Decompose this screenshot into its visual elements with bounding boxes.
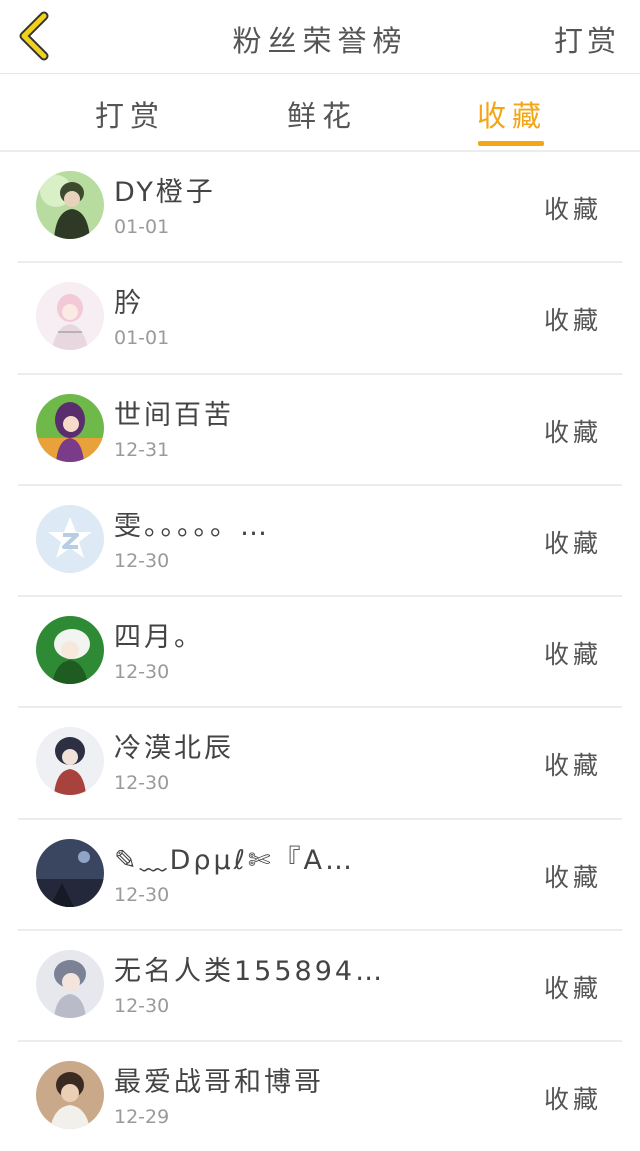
fan-name: ✎﹏Dρμℓ✄『A… bbox=[114, 844, 355, 876]
fan-date: 12-30 bbox=[114, 995, 170, 1018]
fan-date: 01-01 bbox=[114, 216, 170, 238]
fan-name: 肣 bbox=[114, 288, 144, 320]
avatar[interactable] bbox=[36, 616, 104, 685]
fan-date: 12-30 bbox=[114, 772, 170, 795]
fan-action-label: 收藏 bbox=[543, 974, 602, 1004]
list-item[interactable]: 世间百苦 12-31 收藏 bbox=[0, 375, 640, 486]
fan-action-label: 收藏 bbox=[543, 417, 602, 447]
tab-tip[interactable]: 打赏 bbox=[70, 93, 190, 135]
fan-name: 雯。。。。。… bbox=[114, 510, 270, 542]
list-item[interactable]: 雯。。。。。… 12-30 收藏 bbox=[0, 486, 640, 598]
avatar[interactable] bbox=[36, 950, 104, 1019]
list-item[interactable]: 四月。 12-30 收藏 bbox=[0, 597, 640, 709]
tab-flowers[interactable]: 鲜花 bbox=[262, 93, 382, 135]
fan-date: 12-29 bbox=[114, 1106, 170, 1129]
fan-action-label: 收藏 bbox=[543, 751, 602, 781]
list-item[interactable]: 最爱战哥和博哥 12-29 收藏 bbox=[0, 1042, 640, 1151]
fan-date: 12-30 bbox=[114, 883, 170, 906]
avatar[interactable] bbox=[36, 171, 104, 239]
fan-name: 世间百苦 bbox=[114, 399, 234, 431]
avatar[interactable] bbox=[36, 282, 104, 351]
fan-name: DY橙子 bbox=[114, 177, 216, 208]
fan-action-label: 收藏 bbox=[543, 862, 602, 892]
top-bar: 粉丝荣誉榜 打赏 bbox=[0, 0, 640, 74]
fan-date: 01-01 bbox=[114, 327, 170, 350]
fan-list: DY橙子 01-01 收藏 肣 01-01 收藏 世间百苦 12-31 收藏 雯… bbox=[0, 152, 640, 1151]
fan-date: 12-31 bbox=[114, 438, 170, 461]
active-tab-indicator bbox=[478, 141, 544, 146]
avatar[interactable] bbox=[36, 727, 104, 796]
avatar[interactable] bbox=[36, 1061, 104, 1130]
fan-name: 最爱战哥和博哥 bbox=[114, 1067, 324, 1099]
list-item[interactable]: DY橙子 01-01 收藏 bbox=[0, 152, 640, 264]
avatar[interactable] bbox=[36, 838, 104, 907]
list-item[interactable]: 冷漠北辰 12-30 收藏 bbox=[0, 708, 640, 820]
avatar[interactable] bbox=[36, 504, 104, 573]
tab-bar: 打赏 鲜花 收藏 bbox=[0, 75, 640, 152]
fan-action-label: 收藏 bbox=[543, 195, 602, 224]
tip-button[interactable]: 打赏 bbox=[554, 18, 620, 60]
list-item[interactable]: ✎﹏Dρμℓ✄『A… 12-30 收藏 bbox=[0, 820, 640, 932]
fan-name: 四月。 bbox=[114, 622, 204, 654]
list-item[interactable]: 肣 01-01 收藏 bbox=[0, 263, 640, 375]
list-item[interactable]: 无名人类155894… 12-30 收藏 bbox=[0, 931, 640, 1043]
fan-date: 12-30 bbox=[114, 661, 170, 684]
fan-date: 12-30 bbox=[114, 549, 170, 572]
fan-action-label: 收藏 bbox=[543, 528, 602, 558]
avatar[interactable] bbox=[36, 393, 104, 462]
fan-name: 无名人类155894… bbox=[114, 956, 386, 988]
fan-name: 冷漠北辰 bbox=[114, 733, 234, 765]
tab-favorites[interactable]: 收藏 bbox=[452, 93, 572, 135]
fan-action-label: 收藏 bbox=[543, 306, 602, 336]
page-title: 粉丝荣誉榜 bbox=[232, 24, 408, 58]
fan-action-label: 收藏 bbox=[543, 1085, 602, 1115]
fan-action-label: 收藏 bbox=[543, 640, 602, 670]
